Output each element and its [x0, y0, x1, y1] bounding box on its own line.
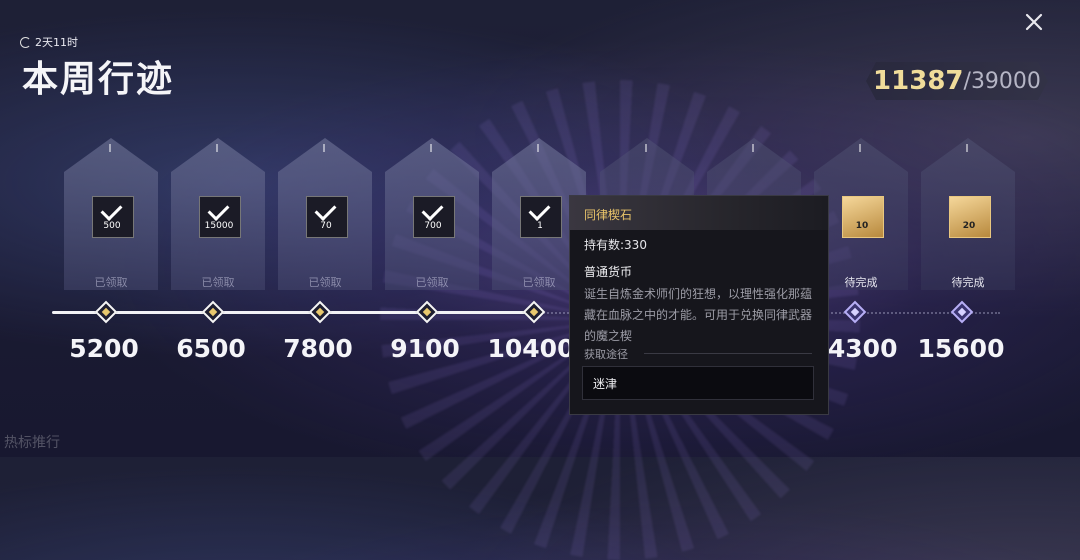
reward-amount: 15000 [204, 221, 234, 231]
reward-amount: 20 [962, 221, 976, 231]
milestone-node [201, 300, 225, 324]
timer-text: 2天11时 [35, 36, 78, 49]
tooltip-item-type: 普通货币 [584, 265, 633, 279]
points-separator: / [963, 68, 971, 94]
milestone-threshold: 5200 [69, 334, 139, 363]
points-current: 11387 [873, 66, 964, 96]
refresh-icon [20, 36, 31, 48]
milestone-threshold: 6500 [176, 334, 246, 363]
page-title: 本周行迹 [22, 58, 175, 100]
reward-amount: 1 [537, 221, 543, 231]
milestone-threshold: 9100 [390, 334, 460, 363]
card-pin [537, 144, 539, 152]
refresh-timer: 2天11时 [20, 34, 78, 50]
milestone-threshold: 15600 [917, 334, 1005, 363]
reward-status: 已领取 [201, 276, 235, 289]
milestone-threshold: 7800 [283, 334, 353, 363]
tooltip-owned-count: 持有数:330 [584, 238, 647, 252]
reward-item-icon [949, 196, 991, 238]
reward-amount: 70 [320, 221, 332, 231]
card-pin [966, 144, 968, 152]
footer-partial-text: 热标推行 [4, 435, 60, 451]
source-button-label: 迷津 [593, 377, 618, 391]
divider [644, 353, 812, 354]
card-pin [752, 144, 754, 152]
card-pin [430, 144, 432, 152]
milestone-threshold: 10400 [487, 334, 575, 363]
close-icon[interactable] [1022, 10, 1046, 34]
card-pin [859, 144, 861, 152]
milestone-node [950, 300, 974, 324]
tooltip-description: 诞生自炼金术师们的狂想，以理性强化那蕴藏在血脉之中的才能。可用于兑换同律武器的魔… [584, 287, 813, 343]
item-tooltip: 同律楔石 持有数:330 普通货币 诞生自炼金术师们的狂想，以理性强化那蕴藏在血… [569, 195, 829, 415]
reward-status: 已领取 [415, 276, 449, 289]
reward-card-1[interactable]: 500 已领取 [64, 138, 158, 290]
progress-line-completed [52, 311, 535, 314]
reward-status: 待完成 [951, 276, 985, 289]
tooltip-source-label: 获取途径 [584, 348, 628, 361]
card-pin [216, 144, 218, 152]
source-button[interactable]: 迷津 [582, 366, 814, 400]
milestone-node [308, 300, 332, 324]
points-max: 39000 [970, 68, 1041, 94]
reward-status: 已领取 [308, 276, 342, 289]
reward-amount: 500 [103, 221, 121, 231]
reward-card-2[interactable]: 15000 已领取 [171, 138, 265, 290]
reward-amount: 10 [855, 221, 869, 231]
card-pin [323, 144, 325, 152]
reward-amount: 700 [424, 221, 442, 231]
reward-status: 已领取 [94, 276, 128, 289]
milestone-node [94, 300, 118, 324]
reward-item-icon [842, 196, 884, 238]
reward-card-3[interactable]: 70 已领取 [278, 138, 372, 290]
tooltip-item-name: 同律楔石 [584, 208, 633, 222]
reward-card-9[interactable]: 20 待完成 [921, 138, 1015, 290]
card-pin [109, 144, 111, 152]
card-pin [645, 144, 647, 152]
weekly-points-counter: 11387 / 39000 [866, 62, 1048, 100]
tooltip-header: 同律楔石 [570, 196, 828, 230]
